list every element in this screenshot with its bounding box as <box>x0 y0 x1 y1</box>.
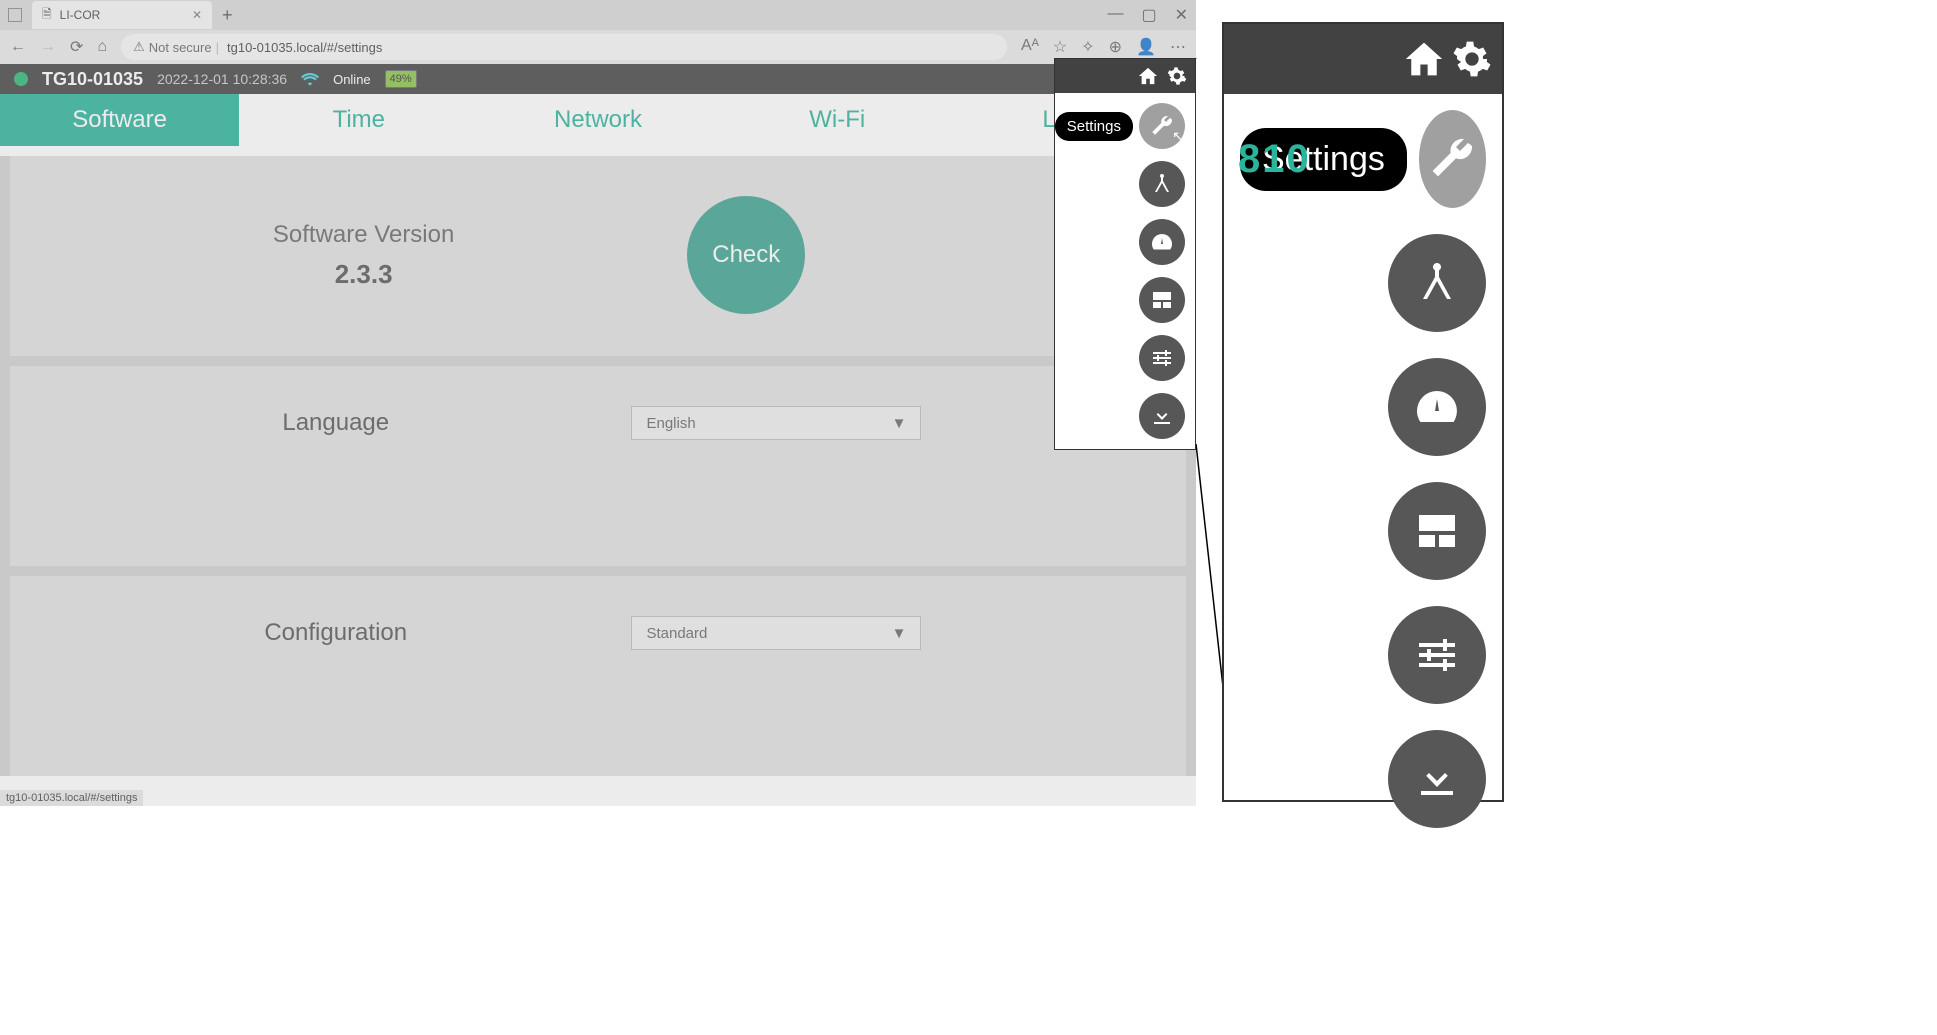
tab-wifi[interactable]: Wi-Fi <box>718 94 957 146</box>
collections-icon[interactable]: ✧ <box>1081 37 1094 57</box>
chevron-down-icon: ▼ <box>892 415 907 432</box>
forward-icon[interactable]: → <box>40 38 56 56</box>
security-badge: ⚠ Not secure | <box>133 39 219 55</box>
zoom-callout: 810 Settings <box>1222 22 1504 802</box>
compass-icon[interactable] <box>1388 234 1486 332</box>
gear-icon[interactable] <box>1452 39 1492 79</box>
software-version-value: 2.3.3 <box>40 259 687 290</box>
warning-icon: ⚠ <box>133 39 145 55</box>
page-icon: 🗎 <box>42 5 52 26</box>
browser-tab-bar: 🗎 LI-COR ✕ + — ▢ ✕ <box>0 0 1196 30</box>
software-card: Software Version 2.3.3 Check <box>10 156 1186 356</box>
tab-time[interactable]: Time <box>239 94 478 146</box>
wifi-icon <box>301 72 319 86</box>
browser-tab[interactable]: 🗎 LI-COR ✕ <box>32 1 212 29</box>
menu-icon[interactable]: ⋯ <box>1170 37 1186 57</box>
layout-icon[interactable] <box>1388 482 1486 580</box>
layout-icon[interactable] <box>1139 277 1185 323</box>
gauge-icon[interactable] <box>1139 219 1185 265</box>
refresh-icon[interactable]: ⟳ <box>70 37 83 57</box>
home-icon[interactable] <box>1402 39 1446 79</box>
battery-badge: 49% <box>385 70 417 88</box>
back-icon[interactable]: ← <box>10 38 26 56</box>
url-text: tg10-01035.local/#/settings <box>227 40 382 55</box>
language-value: English <box>646 415 695 432</box>
minimize-icon[interactable]: — <box>1107 5 1123 25</box>
new-tab-button[interactable]: + <box>222 5 233 26</box>
browser-chrome: 🗎 LI-COR ✕ + — ▢ ✕ ← → ⟳ ⌂ ⚠ Not secure … <box>0 0 1196 64</box>
tab-software[interactable]: Software <box>0 94 239 146</box>
tab-multi-icon[interactable] <box>8 8 22 22</box>
favorite-icon[interactable]: ☆ <box>1053 37 1067 57</box>
tab-network[interactable]: Network <box>478 94 717 146</box>
sliders-icon[interactable] <box>1388 606 1486 704</box>
device-id: TG10-01035 <box>42 69 143 90</box>
gear-icon[interactable] <box>1167 66 1187 86</box>
chevron-down-icon: ▼ <box>892 625 907 642</box>
home-browser-icon[interactable]: ⌂ <box>97 38 107 56</box>
not-secure-label: Not secure <box>149 40 212 55</box>
status-dot-icon <box>14 72 28 86</box>
configuration-card: Configuration Standard ▼ <box>10 576 1186 776</box>
compass-icon[interactable] <box>1139 161 1185 207</box>
language-label: Language <box>40 409 631 437</box>
profile-icon[interactable]: 👤 <box>1136 37 1156 57</box>
text-size-icon[interactable]: Aᴬ <box>1021 37 1039 57</box>
language-select[interactable]: English ▼ <box>631 406 921 440</box>
settings-content: Software Version 2.3.3 Check Language En… <box>0 156 1196 776</box>
maximize-icon[interactable]: ▢ <box>1141 5 1156 25</box>
check-button[interactable]: Check <box>687 196 805 314</box>
wrench-icon[interactable]: ↖ <box>1139 103 1185 149</box>
download-icon[interactable] <box>1388 730 1486 828</box>
settings-popup: Settings ↖ <box>1054 58 1196 450</box>
sliders-icon[interactable] <box>1139 335 1185 381</box>
extensions-icon[interactable]: ⊕ <box>1109 37 1122 57</box>
home-icon[interactable] <box>1137 66 1159 86</box>
close-window-icon[interactable]: ✕ <box>1175 5 1188 25</box>
online-status: Online <box>333 72 371 87</box>
browser-status-bar: tg10-01035.local/#/settings <box>0 790 143 806</box>
zoom-partial-tab: 810 <box>1238 137 1311 182</box>
address-field[interactable]: ⚠ Not secure | tg10-01035.local/#/settin… <box>121 34 1007 60</box>
gauge-icon[interactable] <box>1388 358 1486 456</box>
configuration-select[interactable]: Standard ▼ <box>631 616 921 650</box>
close-icon[interactable]: ✕ <box>192 8 202 22</box>
wrench-icon[interactable] <box>1419 110 1486 208</box>
configuration-label: Configuration <box>40 619 631 647</box>
browser-addr-bar: ← → ⟳ ⌂ ⚠ Not secure | tg10-01035.local/… <box>0 30 1196 64</box>
language-card: Language English ▼ <box>10 366 1186 566</box>
configuration-value: Standard <box>646 625 707 642</box>
download-icon[interactable] <box>1139 393 1185 439</box>
app-header: TG10-01035 2022-12-01 10:28:36 Online 49… <box>0 64 1196 94</box>
software-version-label: Software Version <box>40 221 687 249</box>
tab-title: LI-COR <box>60 8 101 22</box>
settings-tooltip: Settings <box>1055 112 1133 141</box>
settings-tabs: Software Time Network Wi-Fi LI-810 <box>0 94 1196 146</box>
timestamp: 2022-12-01 10:28:36 <box>157 71 287 87</box>
